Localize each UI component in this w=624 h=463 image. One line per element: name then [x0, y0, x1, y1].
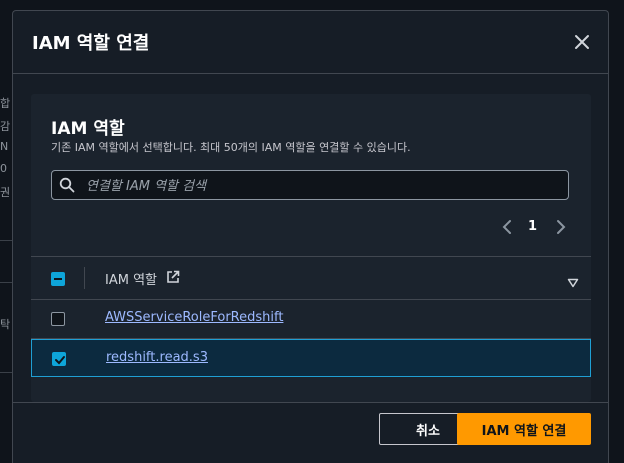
column-separator [84, 267, 85, 289]
container-description: 기존 IAM 역할에서 선택합니다. 최대 50개의 IAM 역할을 연결할 수… [51, 141, 411, 154]
column-header-iam-role[interactable]: IAM 역할 [105, 269, 157, 288]
background-divider [0, 240, 12, 241]
role-link[interactable]: redshift.read.s3 [106, 350, 208, 365]
header-divider [13, 73, 608, 74]
sort-down-icon[interactable] [567, 273, 579, 288]
chevron-right-icon[interactable] [553, 219, 567, 235]
background-text: 합 [0, 97, 11, 110]
modal-title: IAM 역할 연결 [32, 33, 150, 54]
table-row[interactable]: AWSServiceRoleForRedshift [31, 300, 591, 338]
background-divider [0, 372, 12, 373]
background-text: 0 [0, 162, 7, 175]
attach-iam-role-modal: IAM 역할 연결 IAM 역할 기존 IAM 역할에서 선택합니다. 최대 5… [12, 10, 609, 463]
row-checkbox-checked[interactable] [52, 352, 66, 366]
background-divider [0, 282, 12, 283]
table-header: IAM 역할 [31, 257, 591, 299]
select-all-checkbox[interactable] [51, 272, 65, 286]
attach-iam-role-button[interactable]: IAM 역할 연결 [457, 413, 591, 445]
chevron-left-icon[interactable] [501, 219, 515, 235]
search-input[interactable] [84, 171, 558, 201]
container-title: IAM 역할 [51, 119, 125, 139]
table-row-selected[interactable]: redshift.read.s3 [31, 339, 591, 377]
role-link[interactable]: AWSServiceRoleForRedshift [105, 310, 283, 325]
row-checkbox[interactable] [51, 312, 65, 326]
iam-role-container: IAM 역할 기존 IAM 역할에서 선택합니다. 최대 50개의 IAM 역할… [31, 94, 591, 402]
pagination: 1 [496, 217, 576, 237]
background-text: N [0, 140, 9, 153]
background-text: 감 [0, 120, 11, 133]
background-text: 권 [0, 186, 11, 199]
footer-divider [13, 402, 608, 403]
external-link-icon[interactable] [166, 269, 180, 283]
page-number[interactable]: 1 [528, 219, 537, 234]
modal-header: IAM 역할 연결 [13, 11, 608, 73]
search-icon [59, 177, 75, 193]
search-field[interactable] [51, 170, 569, 201]
close-icon[interactable] [572, 32, 592, 52]
background-text: 탁 [0, 318, 11, 331]
